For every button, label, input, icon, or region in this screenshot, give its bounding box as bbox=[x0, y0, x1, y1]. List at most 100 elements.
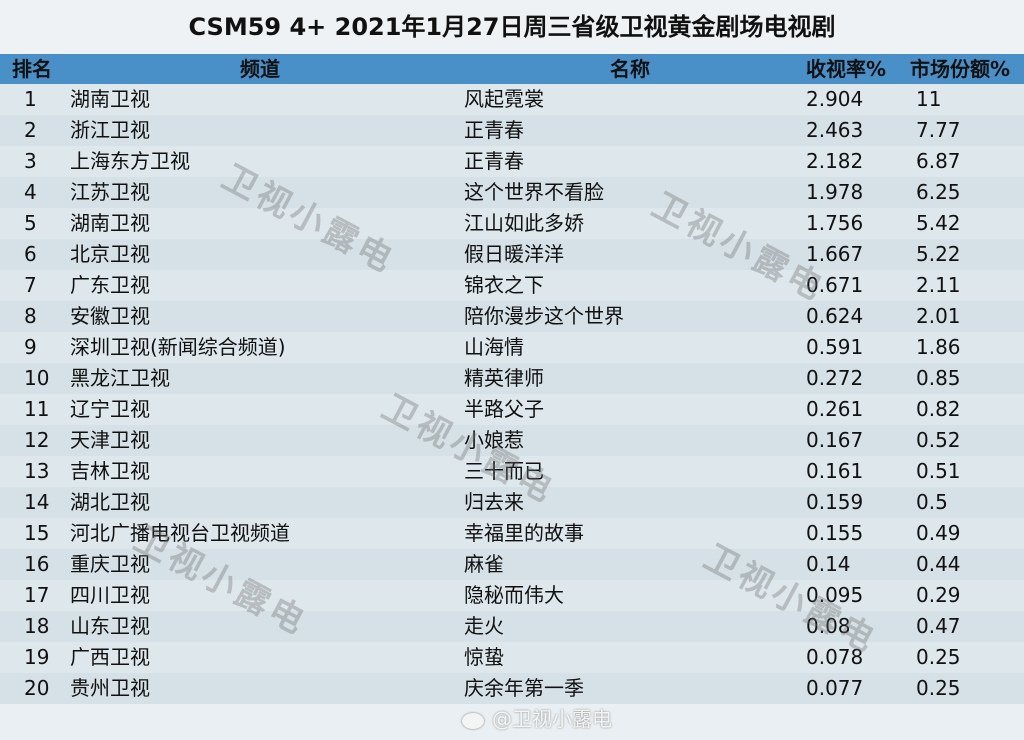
cell-channel: 江苏卫视 bbox=[70, 180, 150, 204]
cell-rank: 7 bbox=[24, 273, 37, 297]
cell-share: 0.29 bbox=[916, 583, 961, 607]
cell-share: 0.52 bbox=[916, 428, 961, 452]
cell-show: 陪你漫步这个世界 bbox=[464, 304, 624, 328]
cell-channel: 黑龙江卫视 bbox=[70, 366, 170, 390]
cell-share: 0.85 bbox=[916, 366, 961, 390]
cell-rank: 14 bbox=[24, 490, 50, 514]
cell-rating: 0.077 bbox=[806, 676, 864, 700]
table-row: 9 深圳卫视(新闻综合频道) 山海情 0.591 1.86 bbox=[0, 332, 1024, 363]
cell-share: 0.47 bbox=[916, 614, 961, 638]
table-row: 19 广西卫视 惊蛰 0.078 0.25 bbox=[0, 642, 1024, 673]
cell-rating: 0.261 bbox=[806, 397, 864, 421]
cell-share: 0.25 bbox=[916, 676, 961, 700]
cell-rank: 18 bbox=[24, 614, 50, 638]
cell-show: 假日暖洋洋 bbox=[464, 242, 564, 266]
cell-share: 0.5 bbox=[916, 490, 948, 514]
cell-channel: 湖北卫视 bbox=[70, 490, 150, 514]
table-header: 排名 频道 名称 收视率% 市场份额% bbox=[0, 54, 1024, 84]
cell-rating: 0.14 bbox=[806, 552, 851, 576]
cell-show: 惊蛰 bbox=[464, 645, 504, 669]
cell-share: 6.25 bbox=[916, 180, 961, 204]
cell-rank: 12 bbox=[24, 428, 50, 452]
cell-show: 锦衣之下 bbox=[464, 273, 544, 297]
page-title: CSM59 4+ 2021年1月27日周三省级卫视黄金剧场电视剧 bbox=[0, 0, 1024, 54]
cell-share: 2.11 bbox=[916, 273, 961, 297]
cell-rank: 6 bbox=[24, 242, 37, 266]
cell-rating: 0.272 bbox=[806, 366, 864, 390]
cell-channel: 广东卫视 bbox=[70, 273, 150, 297]
cell-show: 精英律师 bbox=[464, 366, 544, 390]
table-row: 20 贵州卫视 庆余年第一季 0.077 0.25 bbox=[0, 673, 1024, 704]
cell-channel: 北京卫视 bbox=[70, 242, 150, 266]
cell-rating: 2.904 bbox=[806, 87, 864, 111]
table-row: 5 湖南卫视 江山如此多娇 1.756 5.42 bbox=[0, 208, 1024, 239]
cell-channel: 浙江卫视 bbox=[70, 118, 150, 142]
cell-share: 11 bbox=[916, 87, 942, 111]
cell-channel: 安徽卫视 bbox=[70, 304, 150, 328]
cell-share: 0.44 bbox=[916, 552, 961, 576]
cell-rating: 0.161 bbox=[806, 459, 864, 483]
table-row: 12 天津卫视 小娘惹 0.167 0.52 bbox=[0, 425, 1024, 456]
cell-rating: 2.463 bbox=[806, 118, 864, 142]
cell-rank: 13 bbox=[24, 459, 50, 483]
cell-rank: 20 bbox=[24, 676, 50, 700]
cell-show: 麻雀 bbox=[464, 552, 504, 576]
cell-show: 走火 bbox=[464, 614, 504, 638]
table-row: 2 浙江卫视 正青春 2.463 7.77 bbox=[0, 115, 1024, 146]
cell-rank: 19 bbox=[24, 645, 50, 669]
weibo-handle: @卫视小露电 bbox=[492, 707, 612, 731]
table-row: 3 上海东方卫视 正青春 2.182 6.87 bbox=[0, 146, 1024, 177]
cell-rank: 8 bbox=[24, 304, 37, 328]
cell-share: 5.42 bbox=[916, 211, 961, 235]
cell-share: 6.87 bbox=[916, 149, 961, 173]
table-row: 15 河北广播电视台卫视频道 幸福里的故事 0.155 0.49 bbox=[0, 518, 1024, 549]
cell-channel: 广西卫视 bbox=[70, 645, 150, 669]
cell-rating: 1.978 bbox=[806, 180, 864, 204]
header-share: 市场份额% bbox=[910, 57, 1011, 81]
cell-channel: 湖南卫视 bbox=[70, 211, 150, 235]
cell-rating: 1.756 bbox=[806, 211, 864, 235]
cell-show: 幸福里的故事 bbox=[464, 521, 584, 545]
cell-show: 归去来 bbox=[464, 490, 524, 514]
table-row: 1 湖南卫视 风起霓裳 2.904 11 bbox=[0, 84, 1024, 115]
cell-rank: 15 bbox=[24, 521, 50, 545]
table-row: 16 重庆卫视 麻雀 0.14 0.44 bbox=[0, 549, 1024, 580]
cell-rating: 0.167 bbox=[806, 428, 864, 452]
cell-channel: 湖南卫视 bbox=[70, 87, 150, 111]
cell-rank: 5 bbox=[24, 211, 37, 235]
table-row: 4 江苏卫视 这个世界不看脸 1.978 6.25 bbox=[0, 177, 1024, 208]
cell-channel: 深圳卫视(新闻综合频道) bbox=[70, 335, 286, 359]
cell-channel: 辽宁卫视 bbox=[70, 397, 150, 421]
cell-rating: 0.624 bbox=[806, 304, 864, 328]
cell-rank: 17 bbox=[24, 583, 50, 607]
header-show: 名称 bbox=[610, 57, 650, 81]
cell-show: 这个世界不看脸 bbox=[464, 180, 604, 204]
cell-share: 0.25 bbox=[916, 645, 961, 669]
cell-share: 5.22 bbox=[916, 242, 961, 266]
cell-rating: 0.078 bbox=[806, 645, 864, 669]
table-row: 11 辽宁卫视 半路父子 0.261 0.82 bbox=[0, 394, 1024, 425]
cell-rating: 0.155 bbox=[806, 521, 864, 545]
cell-show: 隐秘而伟大 bbox=[464, 583, 564, 607]
cell-share: 0.51 bbox=[916, 459, 961, 483]
cell-rating: 2.182 bbox=[806, 149, 864, 173]
cell-show: 正青春 bbox=[464, 118, 524, 142]
cell-channel: 四川卫视 bbox=[70, 583, 150, 607]
cell-rating: 0.08 bbox=[806, 614, 851, 638]
cell-rank: 1 bbox=[24, 87, 37, 111]
cell-rating: 0.671 bbox=[806, 273, 864, 297]
cell-show: 庆余年第一季 bbox=[464, 676, 584, 700]
cell-share: 0.82 bbox=[916, 397, 961, 421]
cell-rating: 0.159 bbox=[806, 490, 864, 514]
table-row: 14 湖北卫视 归去来 0.159 0.5 bbox=[0, 487, 1024, 518]
cell-channel: 天津卫视 bbox=[70, 428, 150, 452]
table-row: 13 吉林卫视 三十而已 0.161 0.51 bbox=[0, 456, 1024, 487]
table-row: 18 山东卫视 走火 0.08 0.47 bbox=[0, 611, 1024, 642]
cell-show: 半路父子 bbox=[464, 397, 544, 421]
cell-channel: 河北广播电视台卫视频道 bbox=[70, 521, 290, 545]
cell-show: 山海情 bbox=[464, 335, 524, 359]
cell-rank: 9 bbox=[24, 335, 37, 359]
table-body: 1 湖南卫视 风起霓裳 2.904 11 2 浙江卫视 正青春 2.463 7.77 3 上海东方卫视… bbox=[0, 84, 1024, 704]
cell-show: 江山如此多娇 bbox=[464, 211, 584, 235]
header-channel: 频道 bbox=[240, 57, 280, 81]
